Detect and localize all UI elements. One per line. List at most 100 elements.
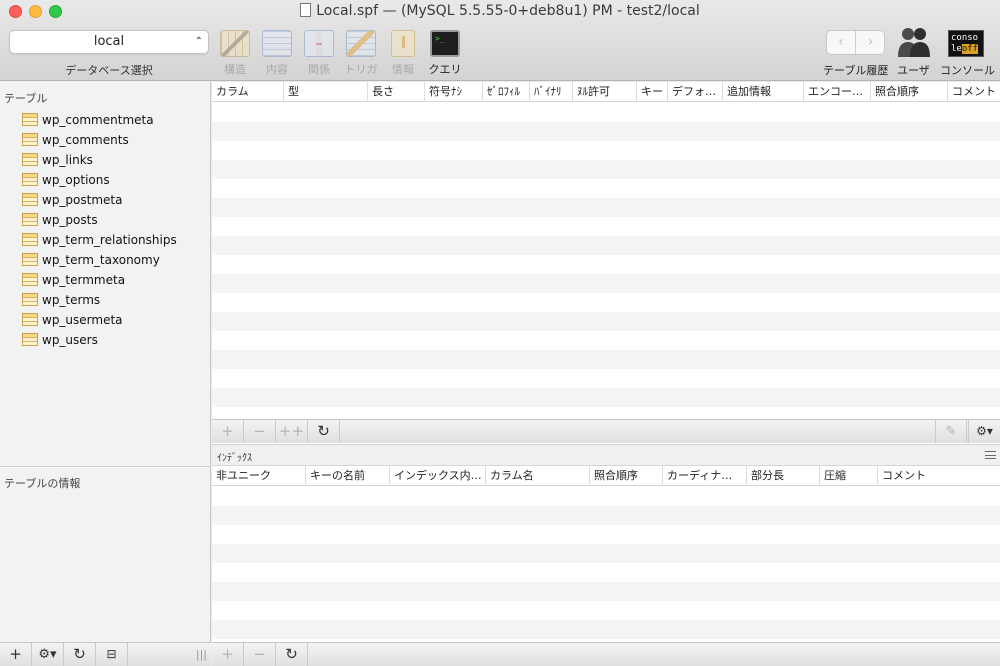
users-button[interactable] [896, 26, 932, 58]
column-header[interactable]: 照合順序 [871, 82, 948, 102]
triggers-button[interactable]: トリガ [341, 30, 381, 77]
index-column-header[interactable]: コメント [878, 466, 1000, 486]
relations-label: 関係 [308, 63, 330, 76]
refresh-structure-button[interactable]: ↻ [308, 420, 340, 443]
column-header[interactable]: 符号ﾅｼ [425, 82, 483, 102]
index-column-header[interactable]: インデックス内… [390, 466, 486, 486]
info-button[interactable]: 情報 [383, 30, 423, 77]
column-header[interactable]: 長さ [368, 82, 425, 102]
console-label: コンソール [940, 64, 995, 77]
updown-chevron-icon: ⌃ [194, 36, 203, 47]
indexes-table-header: 非ユニーク キーの名前 インデックス内… カラム名 照合順序 カーディナ… 部分… [212, 466, 1000, 486]
table-item-wp_comments[interactable]: wp_comments [22, 131, 129, 149]
column-header[interactable]: エンコー… [804, 82, 871, 102]
column-header[interactable]: コメント [948, 82, 1000, 102]
column-header[interactable]: カラム [212, 82, 284, 102]
console-button[interactable]: conso leoff [948, 30, 984, 57]
sidebar-split-divider[interactable] [0, 466, 211, 467]
add-index-button[interactable]: + [212, 643, 244, 666]
index-column-header[interactable]: 圧縮 [820, 466, 878, 486]
refresh-icon: ↻ [285, 645, 298, 663]
panel-toggle-icon: ⊟ [106, 647, 117, 661]
database-select[interactable]: local ⌃ [9, 30, 209, 54]
structure-button[interactable]: 構造 [215, 30, 255, 77]
index-column-header[interactable]: キーの名前 [306, 466, 390, 486]
triggers-label: トリガ [344, 63, 378, 76]
refresh-tables-button[interactable]: ↻ [64, 643, 96, 666]
table-name: wp_links [42, 153, 93, 167]
table-name: wp_users [42, 333, 98, 347]
history-back-button[interactable]: ‹ [827, 31, 856, 54]
edit-field-button[interactable]: ✎ [935, 420, 967, 443]
content-icon [262, 30, 292, 57]
index-column-header[interactable]: 非ユニーク [212, 466, 306, 486]
add-field-button[interactable]: + [212, 420, 244, 443]
table-icon [22, 313, 38, 326]
add-table-button[interactable]: + [0, 643, 32, 666]
table-item-wp_links[interactable]: wp_links [22, 151, 93, 169]
table-item-wp_users[interactable]: wp_users [22, 331, 98, 349]
hamburger-icon[interactable] [985, 451, 996, 459]
relations-button[interactable]: 関係 [299, 30, 339, 77]
toggle-table-info-button[interactable]: ⊟ [96, 643, 128, 666]
table-name: wp_commentmeta [42, 113, 154, 127]
column-header[interactable]: ｾﾞﾛﾌｨﾙ [483, 82, 530, 102]
table-item-wp_usermeta[interactable]: wp_usermeta [22, 311, 123, 329]
document-icon [300, 3, 312, 17]
column-header[interactable]: キー [637, 82, 668, 102]
tables-header: テーブル [4, 92, 48, 105]
query-button[interactable]: >_ クエリ [425, 30, 465, 77]
refresh-indexes-button[interactable]: ↻ [276, 643, 308, 666]
table-item-wp_term_relationships[interactable]: wp_term_relationships [22, 231, 177, 249]
column-header[interactable]: ﾊﾞｲﾅﾘ [530, 82, 573, 102]
structure-bottom-bar: + − ++ ↻ ✎ ⚙▾ [212, 419, 1000, 443]
column-header[interactable]: ﾇﾙ許可 [573, 82, 637, 102]
database-select-value: local [93, 34, 125, 49]
structure-table-body[interactable] [212, 103, 1000, 419]
database-select-label: データベース選択 [65, 64, 153, 77]
duplicate-field-button[interactable]: ++ [276, 420, 308, 443]
table-icon [22, 113, 38, 126]
structure-view: カラム 型 長さ 符号ﾅｼ ｾﾞﾛﾌｨﾙ ﾊﾞｲﾅﾘ ﾇﾙ許可 キー デフォ… … [212, 82, 1000, 666]
indexes-table-body[interactable] [212, 487, 1000, 642]
index-column-header[interactable]: カーディナ… [663, 466, 747, 486]
table-item-wp_termmeta[interactable]: wp_termmeta [22, 271, 125, 289]
table-icon [22, 293, 38, 306]
resize-handle-icon[interactable]: ||| [196, 643, 207, 666]
column-header[interactable]: 型 [284, 82, 368, 102]
console-icon-text-2a: le [951, 44, 962, 54]
remove-index-button[interactable]: − [244, 643, 276, 666]
history-forward-button[interactable]: › [856, 31, 885, 54]
table-item-wp_options[interactable]: wp_options [22, 171, 110, 189]
table-item-wp_posts[interactable]: wp_posts [22, 211, 98, 229]
table-item-wp_commentmeta[interactable]: wp_commentmeta [22, 111, 154, 129]
table-name: wp_comments [42, 133, 129, 147]
remove-field-button[interactable]: − [244, 420, 276, 443]
table-icon [22, 173, 38, 186]
sidebar-bottom-bar: + ⚙▾ ↻ ⊟ ||| [0, 642, 211, 666]
structure-table-header: カラム 型 長さ 符号ﾅｼ ｾﾞﾛﾌｨﾙ ﾊﾞｲﾅﾘ ﾇﾙ許可 キー デフォ… … [212, 82, 1000, 102]
table-item-wp_terms[interactable]: wp_terms [22, 291, 100, 309]
table-icon [22, 153, 38, 166]
table-icon [22, 273, 38, 286]
console-icon-text-2: leoff [951, 44, 983, 55]
column-header[interactable]: 追加情報 [723, 82, 804, 102]
console-icon-text-1: conso [951, 33, 979, 43]
column-header[interactable]: デフォ… [668, 82, 723, 102]
window-title: Local.spf — (MySQL 5.5.55-0+deb8u1) PM -… [0, 3, 1000, 19]
table-info-header: テーブルの情報 [4, 477, 81, 490]
history-navigation: ‹ › [826, 30, 885, 55]
index-column-header[interactable]: 部分長 [747, 466, 820, 486]
table-actions-gear-button[interactable]: ⚙▾ [32, 643, 64, 666]
index-column-header[interactable]: 照合順序 [590, 466, 663, 486]
refresh-icon: ↻ [73, 645, 86, 663]
content-button[interactable]: 内容 [257, 30, 297, 77]
table-item-wp_term_taxonomy[interactable]: wp_term_taxonomy [22, 251, 160, 269]
query-label: クエリ [428, 63, 462, 76]
index-column-header[interactable]: カラム名 [486, 466, 590, 486]
table-name: wp_term_taxonomy [42, 253, 160, 267]
table-icon [22, 233, 38, 246]
structure-gear-button[interactable]: ⚙▾ [968, 420, 1000, 443]
info-icon [391, 30, 415, 57]
table-item-wp_postmeta[interactable]: wp_postmeta [22, 191, 122, 209]
